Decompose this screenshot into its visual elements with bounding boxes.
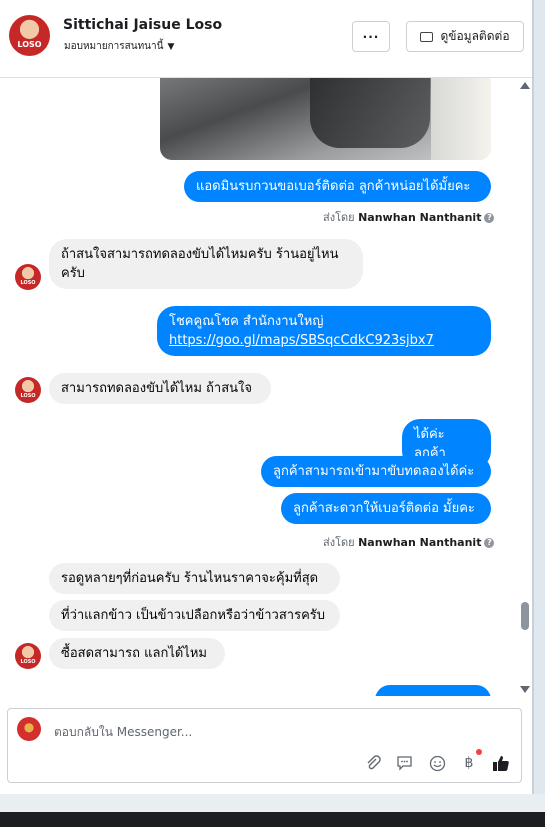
reply-composer: ฿	[7, 708, 522, 783]
attached-photo[interactable]	[160, 78, 491, 160]
help-icon[interactable]: ?	[484, 538, 495, 548]
avatar[interactable]: LOSO	[15, 377, 41, 403]
photo-car-seat	[310, 78, 430, 148]
messenger-panel: LOSO Sittichai Jaisue Loso มอบหมายการสนท…	[0, 0, 532, 794]
avatar-logo-text: LOSO	[17, 40, 42, 49]
sent-by-name: Nanwhan Nanthanit	[358, 536, 482, 549]
sent-by-name: Nanwhan Nanthanit	[358, 211, 482, 224]
scrollbar-thumb[interactable]	[521, 602, 529, 630]
contact-card-icon	[420, 31, 434, 42]
outgoing-message[interactable]: ลูกค้าสะดวกให้เบอร์ติดต่อ มั้ยคะ	[281, 493, 491, 524]
avatar[interactable]: LOSO	[15, 643, 41, 669]
incoming-message[interactable]: ที่ว่าแลกข้าว เป็นข้าวเปลือกหรือว่าข้าวส…	[49, 600, 340, 631]
view-contact-button[interactable]: ดูข้อมูลติดต่อ	[406, 21, 524, 52]
incoming-message[interactable]: ซื้อสดสามารถ แลกได้ไหม	[49, 638, 225, 669]
incoming-message[interactable]: สามารถทดลองขับได้ไหม ถ้าสนใจ	[49, 373, 271, 404]
message-text: สามารถทดลองขับได้ไหม ถ้าสนใจ	[61, 381, 252, 396]
message-text: โชคคูณโชค สำนักงานใหญ่	[169, 314, 324, 329]
sent-by-label: ส่งโดย Nanwhan Nanthanit?	[323, 208, 495, 226]
notification-dot	[476, 749, 482, 755]
message-text: รอดูหลายๆที่ก่อนครับ ร้านไหนราคาจะคุ้มที…	[61, 571, 319, 586]
panel-border	[532, 0, 534, 794]
message-text: ลูกค้าสะดวกให้เบอร์ติดต่อ มั้ยคะ	[293, 501, 475, 516]
message-text: ซื้อสดสามารถ แลกได้ไหม	[61, 646, 207, 661]
photo-car-door	[431, 78, 491, 160]
caret-down-icon: ▼	[167, 42, 175, 52]
emoji-icon[interactable]	[427, 753, 447, 773]
taskbar-strip	[0, 812, 545, 827]
outgoing-message[interactable]: ลูกค้าสามารถเข้ามาขับทดลองได้ค่ะ	[261, 456, 491, 487]
baht-payment-icon[interactable]: ฿	[459, 753, 479, 773]
more-options-button[interactable]: ···	[352, 21, 390, 52]
page-avatar	[17, 717, 41, 741]
assign-label: มอบหมายการสนทนานี้	[64, 41, 164, 52]
paperclip-icon[interactable]	[363, 753, 383, 773]
scroll-down-arrow[interactable]	[520, 686, 530, 693]
view-contact-label: ดูข้อมูลติดต่อ	[440, 29, 510, 43]
reply-input[interactable]	[52, 722, 356, 742]
help-icon[interactable]: ?	[484, 213, 495, 223]
conversation-header: LOSO Sittichai Jaisue Loso มอบหมายการสนท…	[0, 0, 532, 78]
map-link[interactable]: https://goo.gl/maps/SBSqcCdkC923sjbx7	[169, 333, 434, 348]
sent-by-label: ส่งโดย Nanwhan Nanthanit?	[323, 533, 495, 551]
sent-by-prefix: ส่งโดย	[323, 536, 355, 549]
outgoing-message[interactable]: แอดมินรบกวนขอเบอร์ติดต่อ ลูกค้าหน่อยได้ม…	[184, 171, 491, 202]
outgoing-message-partial[interactable]	[375, 685, 491, 696]
avatar[interactable]: LOSO	[9, 15, 50, 56]
scroll-up-arrow[interactable]	[520, 82, 530, 89]
message-text: ถ้าสนใจสามารถทดลองขับได้ไหมครับ ร้านอยู่…	[61, 247, 339, 281]
message-text: ที่ว่าแลกข้าว เป็นข้าวเปลือกหรือว่าข้าวส…	[61, 608, 326, 623]
sent-by-prefix: ส่งโดย	[323, 211, 355, 224]
incoming-message[interactable]: ถ้าสนใจสามารถทดลองขับได้ไหมครับ ร้านอยู่…	[49, 239, 363, 289]
message-text: แอดมินรบกวนขอเบอร์ติดต่อ ลูกค้าหน่อยได้ม…	[196, 179, 471, 194]
message-list: แอดมินรบกวนขอเบอร์ติดต่อ ลูกค้าหน่อยได้ม…	[0, 78, 532, 696]
contact-name[interactable]: Sittichai Jaisue Loso	[63, 17, 222, 33]
avatar[interactable]: LOSO	[15, 264, 41, 290]
more-options-label: ···	[362, 29, 380, 44]
message-text: ลูกค้าสามารถเข้ามาขับทดลองได้ค่ะ	[273, 464, 475, 479]
saved-reply-icon[interactable]	[394, 753, 414, 773]
outgoing-message[interactable]: โชคคูณโชค สำนักงานใหญ่ https://goo.gl/ma…	[157, 306, 491, 356]
assign-conversation[interactable]: มอบหมายการสนทนานี้ ▼	[64, 39, 174, 54]
window-background	[0, 794, 545, 812]
thumbs-up-icon[interactable]	[491, 753, 511, 773]
incoming-message[interactable]: รอดูหลายๆที่ก่อนครับ ร้านไหนราคาจะคุ้มที…	[49, 563, 340, 594]
